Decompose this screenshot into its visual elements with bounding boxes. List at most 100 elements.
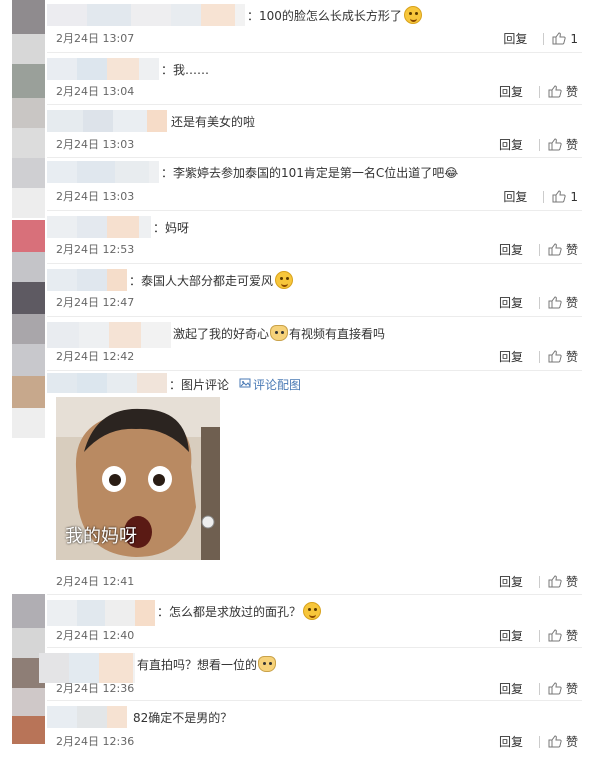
like-count: 赞 [565, 575, 578, 589]
like-button[interactable]: 赞 [548, 136, 578, 153]
comment-date: 2月24日 12:40 [56, 629, 135, 642]
like-count: 赞 [565, 682, 578, 696]
comment-date: 2月24日 13:04 [56, 85, 135, 98]
reply-button[interactable]: 回复 [499, 348, 523, 365]
avatar [12, 0, 45, 34]
like-button[interactable]: 1 [552, 32, 578, 46]
username[interactable] [47, 161, 159, 183]
divider [538, 350, 540, 363]
comment-date: 2月24日 12:42 [56, 350, 135, 363]
comment-item: 有直拍吗？想看一位的 2月24日 12:36 回复 赞 [39, 648, 582, 701]
username[interactable] [39, 653, 135, 683]
comment-date: 2月24日 12:53 [56, 243, 135, 256]
divider [538, 735, 540, 748]
like-button[interactable]: 赞 [548, 348, 578, 365]
comment-item: 82确定不是男的？ 2月24日 12:36 回复 赞 [47, 701, 582, 758]
reply-button[interactable]: 回复 [503, 188, 527, 205]
like-button[interactable]: 赞 [548, 83, 578, 100]
username[interactable] [47, 58, 159, 80]
grin-emoji-icon [403, 6, 422, 24]
username[interactable] [47, 4, 245, 26]
username[interactable] [47, 216, 151, 238]
view-image-link[interactable]: 评论配图 [251, 376, 301, 393]
comment-item: ：李紫婷去参加泰国的101肯定是第一名C位出道了吧😂 2月24日 13:03 回… [47, 158, 582, 211]
thumbs-up-icon [548, 243, 562, 256]
like-button[interactable]: 赞 [548, 627, 578, 644]
comment-item: ：泰国人大部分都走可爱风 2月24日 12:47 回复 赞 [47, 264, 582, 317]
reply-button[interactable]: 回复 [499, 733, 523, 750]
comment-text: ：怎么都是求放过的面孔？ [157, 604, 302, 619]
comment-text: 激起了我的好奇心 [173, 326, 270, 341]
divider [538, 85, 540, 98]
comment-text: ：图片评论 [169, 377, 230, 392]
comment-item: ：我…… 2月24日 13:04 回复 赞 [47, 53, 582, 105]
like-button[interactable]: 赞 [548, 573, 578, 590]
divider [538, 682, 540, 695]
thumbs-up-icon [548, 350, 562, 363]
thumbs-up-icon [548, 735, 562, 748]
like-count: 赞 [565, 296, 578, 310]
divider [543, 190, 545, 203]
comment-item: 激起了我的好奇心 有视频有直接看吗 2月24日 12:42 回复 赞 [47, 317, 582, 371]
divider [538, 243, 540, 256]
username[interactable] [47, 322, 171, 348]
like-count: 赞 [565, 629, 578, 643]
comment-item: ：怎么都是求放过的面孔？ 2月24日 12:40 回复 赞 [47, 595, 582, 648]
reply-button[interactable]: 回复 [499, 627, 523, 644]
like-button[interactable]: 赞 [548, 294, 578, 311]
thumbs-up-icon [548, 296, 562, 309]
comment-text: 还是有美女的啦 [171, 114, 256, 129]
like-count: 赞 [565, 138, 578, 152]
reply-button[interactable]: 回复 [503, 30, 527, 47]
like-count: 赞 [565, 735, 578, 749]
comment-date: 2月24日 12:47 [56, 296, 135, 309]
like-count: 1 [570, 189, 578, 204]
username[interactable] [47, 110, 167, 132]
comment-date: 2月24日 12:41 [56, 575, 135, 588]
divider [538, 138, 540, 151]
comment-date: 2月24日 13:03 [56, 190, 135, 203]
divider [543, 32, 545, 45]
username[interactable] [47, 706, 127, 728]
like-button[interactable]: 赞 [548, 680, 578, 697]
comment-image[interactable]: 我的妈呀 [56, 397, 220, 560]
comment-text: ：泰国人大部分都走可爱风 [129, 273, 274, 288]
comment-text: 82确定不是男的？ [133, 710, 233, 725]
username[interactable] [47, 269, 127, 291]
comment-text: 有直拍吗？想看一位的 [137, 657, 258, 672]
reply-button[interactable]: 回复 [499, 241, 523, 258]
thumbs-up-icon [548, 682, 562, 695]
image-caption: 我的妈呀 [65, 526, 137, 547]
like-count: 赞 [565, 243, 578, 257]
comment-text: ：我…… [161, 62, 210, 77]
comment-item: ：100的脸怎么长成长方形了 2月24日 13:07 回复 1 [47, 0, 582, 53]
grin-emoji-icon [303, 602, 322, 620]
divider [538, 629, 540, 642]
reply-button[interactable]: 回复 [499, 83, 523, 100]
like-button[interactable]: 1 [552, 190, 578, 204]
comment-item: ：图片评论 评论配图 我的妈呀 2月24日 12:41 回复 赞 [47, 371, 582, 595]
divider [538, 575, 540, 588]
username[interactable] [47, 373, 167, 395]
comment-date: 2月24日 13:03 [56, 138, 135, 151]
reply-button[interactable]: 回复 [499, 136, 523, 153]
like-button[interactable]: 赞 [548, 241, 578, 258]
like-button[interactable]: 赞 [548, 733, 578, 750]
grin-emoji-icon [275, 271, 294, 289]
thumbs-up-icon [548, 575, 562, 588]
reply-button[interactable]: 回复 [499, 294, 523, 311]
thumbs-up-icon [548, 629, 562, 642]
cat-emoji-icon [258, 656, 277, 672]
thumbs-up-icon [548, 85, 562, 98]
username[interactable] [47, 600, 155, 626]
cat-emoji-icon [270, 325, 289, 341]
comment-text: ：100的脸怎么长成长方形了 [247, 8, 402, 23]
comment-text-continued: 有视频有直接看吗 [289, 326, 386, 341]
comment-date: 2月24日 13:07 [56, 32, 135, 45]
comment-item: 还是有美女的啦 2月24日 13:03 回复 赞 [47, 105, 582, 158]
reply-button[interactable]: 回复 [499, 573, 523, 590]
reply-button[interactable]: 回复 [499, 680, 523, 697]
thumbs-up-icon [552, 190, 567, 203]
comment-item: ：妈呀 2月24日 12:53 回复 赞 [47, 211, 582, 264]
comment-date: 2月24日 12:36 [56, 682, 135, 695]
